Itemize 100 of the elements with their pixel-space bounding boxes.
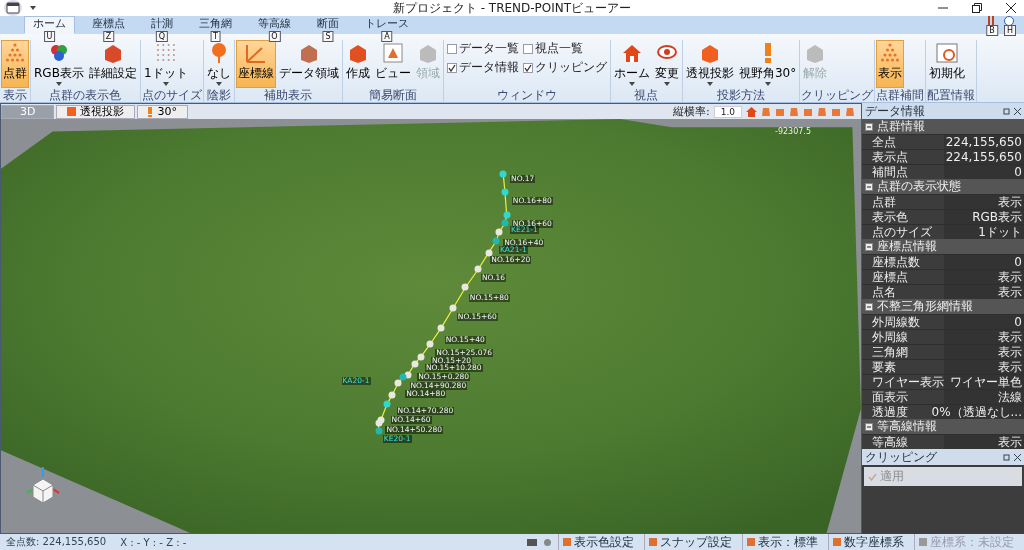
status-button[interactable]: 表示色設定	[558, 533, 638, 550]
property-value: 表示	[944, 270, 1024, 284]
sliders-icon[interactable]	[986, 16, 996, 26]
alert-icon	[148, 106, 154, 117]
quick-access-caret-icon[interactable]	[30, 6, 36, 10]
ribbon-button[interactable]: 視野角30°	[736, 40, 799, 88]
square-icon	[747, 538, 755, 546]
ribbon-group-label: 点群補間	[876, 88, 925, 102]
property-value: RGB表示	[944, 210, 1024, 224]
axis-icon	[243, 42, 268, 64]
ribbon-button[interactable]: 点群	[1, 40, 29, 88]
restore-icon[interactable]	[972, 3, 982, 13]
property-name: 透過度	[862, 405, 932, 419]
ribbon-button[interactable]: 変更	[652, 40, 681, 88]
ribbon-button[interactable]: 初期化	[927, 40, 968, 88]
property-value: 224,155,650	[944, 150, 1024, 164]
section-title: 点群の表示状態	[877, 178, 961, 195]
property-value: 表示	[944, 345, 1024, 359]
property-name: ワイヤー表示	[862, 375, 944, 389]
collapse-icon[interactable]	[865, 122, 873, 131]
property-name: 座標点数	[862, 255, 944, 269]
close-icon[interactable]	[1006, 3, 1016, 13]
help-icon[interactable]	[1004, 16, 1014, 26]
ribbon-group-label: 簡易断面	[367, 88, 418, 102]
ribbon-group-label: ウィンドウ	[495, 88, 558, 102]
property-name: 外周線数	[862, 315, 944, 329]
exclamation-icon	[763, 42, 772, 64]
property-value: 表示	[944, 330, 1024, 344]
property-value: 0	[944, 315, 1024, 329]
ribbon-group-label: 配置情報	[927, 88, 976, 102]
property-value: 1ドット	[944, 225, 1024, 239]
section-title: 点群情報	[877, 118, 925, 135]
property-name: 表示点	[862, 150, 944, 164]
dot-triangle-icon	[3, 42, 27, 64]
panel-title: クリッピング	[865, 448, 937, 466]
ribbon-group-label: 点のサイズ	[141, 88, 202, 102]
window-checkbox[interactable]: データ情報	[446, 59, 519, 76]
collapse-icon[interactable]	[865, 242, 873, 251]
coordinate-label: -92307.5	[775, 127, 811, 136]
status-button[interactable]: 表示：標準	[742, 533, 822, 550]
status-text: X : - Y : - Z : -	[120, 536, 187, 548]
square-icon	[833, 538, 841, 546]
house-icon[interactable]	[746, 106, 757, 117]
section-title: 不整三角形網情報	[877, 298, 973, 315]
close-icon[interactable]	[1014, 107, 1021, 115]
ribbon-group-label: クリッピング	[801, 88, 874, 102]
ribbon-group-label: 陰影	[205, 88, 232, 102]
reset-icon	[935, 42, 960, 64]
ribbon-button[interactable]: ホーム	[611, 40, 652, 88]
property-value: 表示	[944, 285, 1024, 299]
property-value: 224,155,650	[944, 135, 1024, 149]
property-name: 要素	[862, 360, 944, 374]
ribbon-group-label: 表示	[2, 88, 28, 102]
view-tab[interactable]: 30°	[137, 104, 188, 119]
panel-title: データ情報	[865, 102, 925, 120]
property-name: 全点	[862, 135, 944, 149]
status-button[interactable]: スナップ設定	[644, 533, 736, 550]
property-name: 座標点	[862, 270, 944, 284]
window-checkbox[interactable]: クリッピング	[522, 59, 607, 76]
ribbon-button[interactable]: RGB表示	[32, 40, 86, 88]
ribbon-group-label: 投影方法	[716, 88, 766, 102]
property-value: 法線	[944, 390, 1024, 404]
ratio-field[interactable]: 1.0	[713, 105, 742, 118]
ribbon-button[interactable]: ビュー	[372, 40, 413, 88]
property-name: 面表示	[862, 390, 944, 404]
property-value: ワイヤー単色	[944, 375, 1024, 389]
window-checkbox[interactable]: データ一覧	[446, 40, 519, 57]
ratio-label: 縦横率:	[672, 104, 710, 119]
ribbon-button[interactable]: 表示	[876, 40, 905, 88]
ribbon-button[interactable]: 詳細設定	[86, 40, 139, 88]
ribbon-button[interactable]: 1ドット	[141, 40, 190, 88]
ribbon-button[interactable]: 作成	[343, 40, 372, 88]
property-name: 点のサイズ	[862, 225, 944, 239]
property-name: 点名	[862, 285, 944, 299]
property-name: 三角網	[862, 345, 944, 359]
property-name: 外周線	[862, 330, 944, 344]
property-value: 表示	[944, 435, 1024, 449]
property-name: 点群	[862, 195, 944, 209]
check-icon	[868, 472, 877, 481]
square-icon	[649, 538, 657, 546]
property-name: 補間点	[862, 165, 944, 179]
check-icon	[447, 63, 456, 72]
ribbon-button[interactable]: なし	[204, 40, 233, 88]
window-checkbox[interactable]: 視点一覧	[522, 40, 607, 57]
square-icon	[563, 538, 571, 546]
collapse-icon[interactable]	[865, 422, 873, 431]
property-name: 等高線	[862, 435, 944, 449]
status-text: 全点数: 224,155,650	[6, 535, 107, 549]
close-icon[interactable]	[1014, 453, 1021, 461]
status-button[interactable]: 数字座標系	[828, 533, 908, 550]
ribbon-group-label: 点群の表示色	[48, 88, 123, 102]
collapse-icon[interactable]	[865, 302, 873, 311]
view-tab[interactable]: 透視投影	[56, 104, 136, 119]
ribbon-button[interactable]: データ領域	[276, 40, 341, 88]
ribbon-button[interactable]: 座標線	[235, 40, 276, 88]
app-menu-button[interactable]	[4, 0, 22, 16]
ribbon-button[interactable]: 透視投影	[683, 40, 736, 88]
property-value: 表示	[944, 360, 1024, 374]
collapse-icon[interactable]	[865, 182, 873, 191]
property-value: 表示	[944, 195, 1024, 209]
